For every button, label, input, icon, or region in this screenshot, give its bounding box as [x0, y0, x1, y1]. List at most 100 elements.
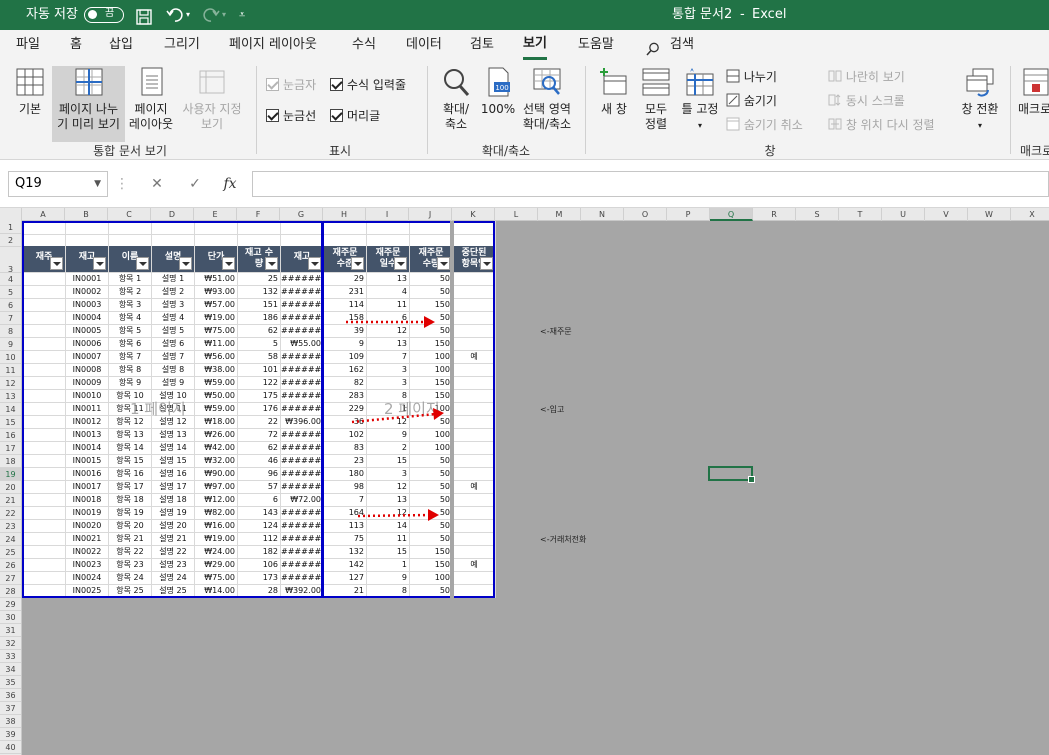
table-cell[interactable]: 50 — [410, 285, 452, 298]
row-header-39[interactable]: 39 — [0, 728, 21, 741]
name-box[interactable]: Q19 ▼ — [8, 171, 108, 197]
table-cell[interactable]: 예 — [453, 480, 495, 493]
table-cell[interactable]: 설명 4 — [152, 311, 194, 324]
table-cell[interactable]: 설명 18 — [152, 493, 194, 506]
table-cell[interactable]: 58 — [238, 350, 280, 363]
row-header-26[interactable]: 26 — [0, 559, 21, 572]
select-all-corner[interactable] — [0, 208, 22, 221]
table-cell[interactable] — [453, 441, 495, 454]
table-cell[interactable]: ######## — [281, 506, 323, 519]
table-header-cell[interactable]: 재고 — [281, 246, 323, 272]
table-cell[interactable]: 186 — [238, 311, 280, 324]
column-header-c[interactable]: C — [108, 208, 151, 221]
table-cell[interactable]: IN0019 — [66, 506, 108, 519]
table-cell[interactable]: 설명 24 — [152, 571, 194, 584]
page-break-bottom[interactable] — [22, 596, 495, 598]
table-cell[interactable]: 설명 23 — [152, 558, 194, 571]
table-cell[interactable]: 항목 5 — [109, 324, 151, 337]
table-cell[interactable]: 151 — [238, 298, 280, 311]
tab-draw[interactable]: 그리기 — [164, 30, 200, 60]
table-cell[interactable]: ######## — [281, 441, 323, 454]
row-header-16[interactable]: 16 — [0, 429, 21, 442]
table-cell[interactable] — [23, 389, 65, 402]
undo-dropdown-icon[interactable]: ▾ — [186, 0, 190, 30]
table-cell[interactable] — [453, 298, 495, 311]
table-cell[interactable]: 설명 21 — [152, 532, 194, 545]
column-header-x[interactable]: X — [1011, 208, 1049, 221]
row-header-18[interactable]: 18 — [0, 455, 21, 468]
filter-dropdown-icon[interactable] — [50, 257, 63, 270]
table-cell[interactable]: 설명 2 — [152, 285, 194, 298]
table-cell[interactable]: ₩59.00 — [195, 402, 237, 415]
table-cell[interactable]: 항목 4 — [109, 311, 151, 324]
table-cell[interactable]: ######## — [281, 467, 323, 480]
row-header-12[interactable]: 12 — [0, 377, 21, 390]
table-cell[interactable]: 150 — [410, 545, 452, 558]
table-cell[interactable] — [453, 285, 495, 298]
table-cell[interactable] — [453, 311, 495, 324]
row-header-38[interactable]: 38 — [0, 715, 21, 728]
row-header-1[interactable]: 1 — [0, 221, 21, 234]
column-header-h[interactable]: H — [323, 208, 366, 221]
table-cell[interactable] — [453, 376, 495, 389]
autosave-toggle[interactable]: 끔 — [84, 7, 124, 23]
table-cell[interactable] — [23, 376, 65, 389]
table-cell[interactable]: ₩75.00 — [195, 571, 237, 584]
table-cell[interactable]: IN0015 — [66, 454, 108, 467]
table-cell[interactable]: 6 — [238, 493, 280, 506]
column-header-q[interactable]: Q — [710, 208, 753, 221]
table-cell[interactable]: 46 — [238, 454, 280, 467]
tab-search[interactable]: 검색 — [670, 30, 694, 60]
filter-dropdown-icon[interactable] — [394, 257, 407, 270]
table-cell[interactable]: 항목 2 — [109, 285, 151, 298]
row-header-17[interactable]: 17 — [0, 442, 21, 455]
table-cell[interactable]: 29 — [324, 272, 366, 285]
column-header-g[interactable]: G — [280, 208, 323, 221]
table-cell[interactable] — [23, 272, 65, 285]
row-header-33[interactable]: 33 — [0, 650, 21, 663]
table-cell[interactable] — [453, 467, 495, 480]
page-break-top[interactable] — [22, 221, 495, 223]
table-cell[interactable] — [453, 402, 495, 415]
table-cell[interactable]: ₩59.00 — [195, 376, 237, 389]
row-header-36[interactable]: 36 — [0, 689, 21, 702]
column-header-f[interactable]: F — [237, 208, 280, 221]
table-cell[interactable]: 항목 21 — [109, 532, 151, 545]
table-cell[interactable]: ######## — [281, 298, 323, 311]
table-cell[interactable]: 설명 5 — [152, 324, 194, 337]
table-cell[interactable] — [453, 545, 495, 558]
table-cell[interactable] — [23, 571, 65, 584]
page-layout-view-button[interactable]: 페이지 레이아웃 — [128, 66, 174, 142]
name-box-dropdown-icon[interactable]: ▼ — [94, 172, 101, 196]
table-cell[interactable]: 75 — [324, 532, 366, 545]
table-cell[interactable]: 예 — [453, 350, 495, 363]
table-cell[interactable]: ######## — [281, 402, 323, 415]
table-cell[interactable]: 1 — [367, 558, 409, 571]
filter-dropdown-icon[interactable] — [222, 257, 235, 270]
column-header-l[interactable]: L — [495, 208, 538, 221]
column-header-i[interactable]: I — [366, 208, 409, 221]
filter-dropdown-icon[interactable] — [351, 257, 364, 270]
tab-formulas[interactable]: 수식 — [352, 30, 376, 60]
zoom-100-button[interactable]: 100 100% — [478, 66, 518, 126]
table-cell[interactable] — [453, 389, 495, 402]
search-icon[interactable] — [646, 38, 660, 56]
column-header-v[interactable]: V — [925, 208, 968, 221]
page-break-vertical-divider[interactable] — [321, 221, 324, 598]
page-break-right[interactable] — [493, 221, 495, 598]
row-header-3[interactable]: 3 — [0, 247, 21, 274]
switch-windows-button[interactable]: 창 전환 ▾ — [954, 66, 1006, 142]
table-cell[interactable]: ₩72.00 — [281, 493, 323, 506]
table-cell[interactable] — [453, 428, 495, 441]
table-cell[interactable]: ₩75.00 — [195, 324, 237, 337]
column-header-a[interactable]: A — [22, 208, 65, 221]
table-cell[interactable]: ######## — [281, 532, 323, 545]
table-cell[interactable]: 설명 9 — [152, 376, 194, 389]
filter-dropdown-icon[interactable] — [437, 257, 450, 270]
tab-help[interactable]: 도움말 — [578, 30, 614, 60]
table-cell[interactable]: 항목 23 — [109, 558, 151, 571]
table-cell[interactable]: 15 — [367, 545, 409, 558]
table-cell[interactable]: ₩26.00 — [195, 428, 237, 441]
table-cell[interactable]: ######## — [281, 272, 323, 285]
table-cell[interactable]: 항목 8 — [109, 363, 151, 376]
